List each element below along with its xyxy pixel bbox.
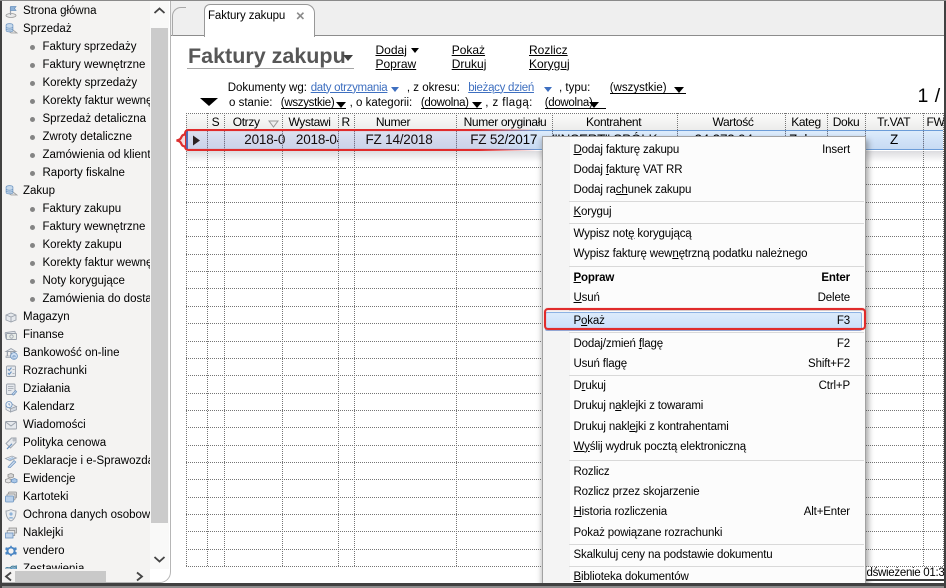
svg-text:e: e <box>12 354 16 361</box>
